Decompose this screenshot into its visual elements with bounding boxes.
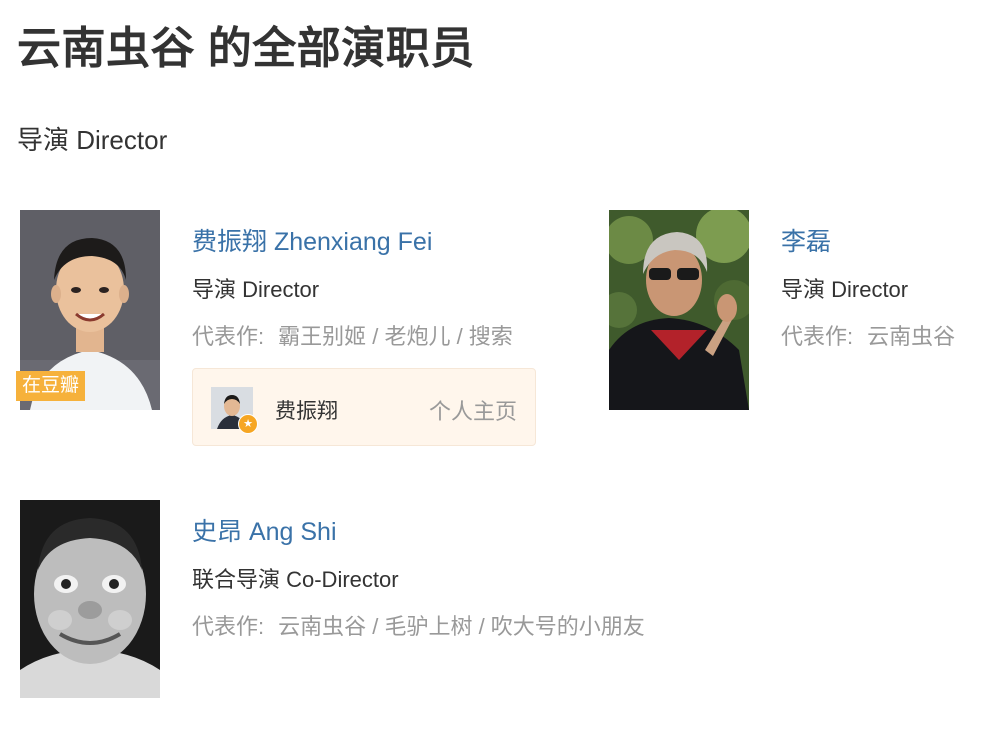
celebrity-works: 代表作: 云南虫谷 / 毛驴上树 / 吹大号的小朋友 (192, 613, 645, 641)
personal-profile-card[interactable]: ★ 费振翔 个人主页 (192, 368, 536, 446)
page-title: 云南虫谷 的全部演职员 (17, 24, 475, 73)
works-list[interactable]: 云南虫谷 (867, 324, 955, 349)
celebrity-role: 导演 Director (192, 277, 320, 302)
works-label: 代表作: (781, 324, 854, 349)
celebrity-info: 李磊 导演 Director 代表作: 云南虫谷 (781, 226, 955, 351)
celebrity-name-link[interactable]: 费振翔 Zhenxiang Fei (192, 226, 513, 258)
celebrity-role: 导演 Director (781, 277, 909, 302)
section-heading-director: 导演 Director (17, 125, 168, 155)
works-list[interactable]: 霸王别姬 / 老炮儿 / 搜索 (278, 324, 513, 349)
celebrity-works: 代表作: 霸王别姬 / 老炮儿 / 搜索 (192, 323, 513, 351)
portrait-photo (20, 500, 160, 698)
portrait-photo (609, 210, 749, 410)
profile-name: 费振翔 (275, 400, 338, 423)
celebrity-works: 代表作: 云南虫谷 (781, 323, 955, 351)
personal-homepage-link[interactable]: 个人主页 (429, 394, 517, 426)
works-label: 代表作: (192, 324, 265, 349)
works-label: 代表作: (192, 614, 265, 639)
on-douban-badge[interactable]: 在豆瓣 (16, 371, 86, 401)
celebrity-info: 费振翔 Zhenxiang Fei 导演 Director 代表作: 霸王别姬 /… (192, 226, 513, 351)
works-list[interactable]: 云南虫谷 / 毛驴上树 / 吹大号的小朋友 (278, 614, 645, 639)
verified-star-icon: ★ (238, 414, 258, 434)
celebrity-info: 史昂 Ang Shi 联合导演 Co-Director 代表作: 云南虫谷 / 毛… (192, 516, 645, 641)
celebrity-name-link[interactable]: 史昂 Ang Shi (192, 516, 645, 548)
celebrity-avatar[interactable] (609, 210, 749, 410)
profile-avatar: ★ (211, 387, 258, 434)
celebrity-avatar[interactable] (20, 500, 160, 698)
celebrity-name-link[interactable]: 李磊 (781, 226, 955, 258)
celebrity-role: 联合导演 Co-Director (192, 567, 399, 592)
